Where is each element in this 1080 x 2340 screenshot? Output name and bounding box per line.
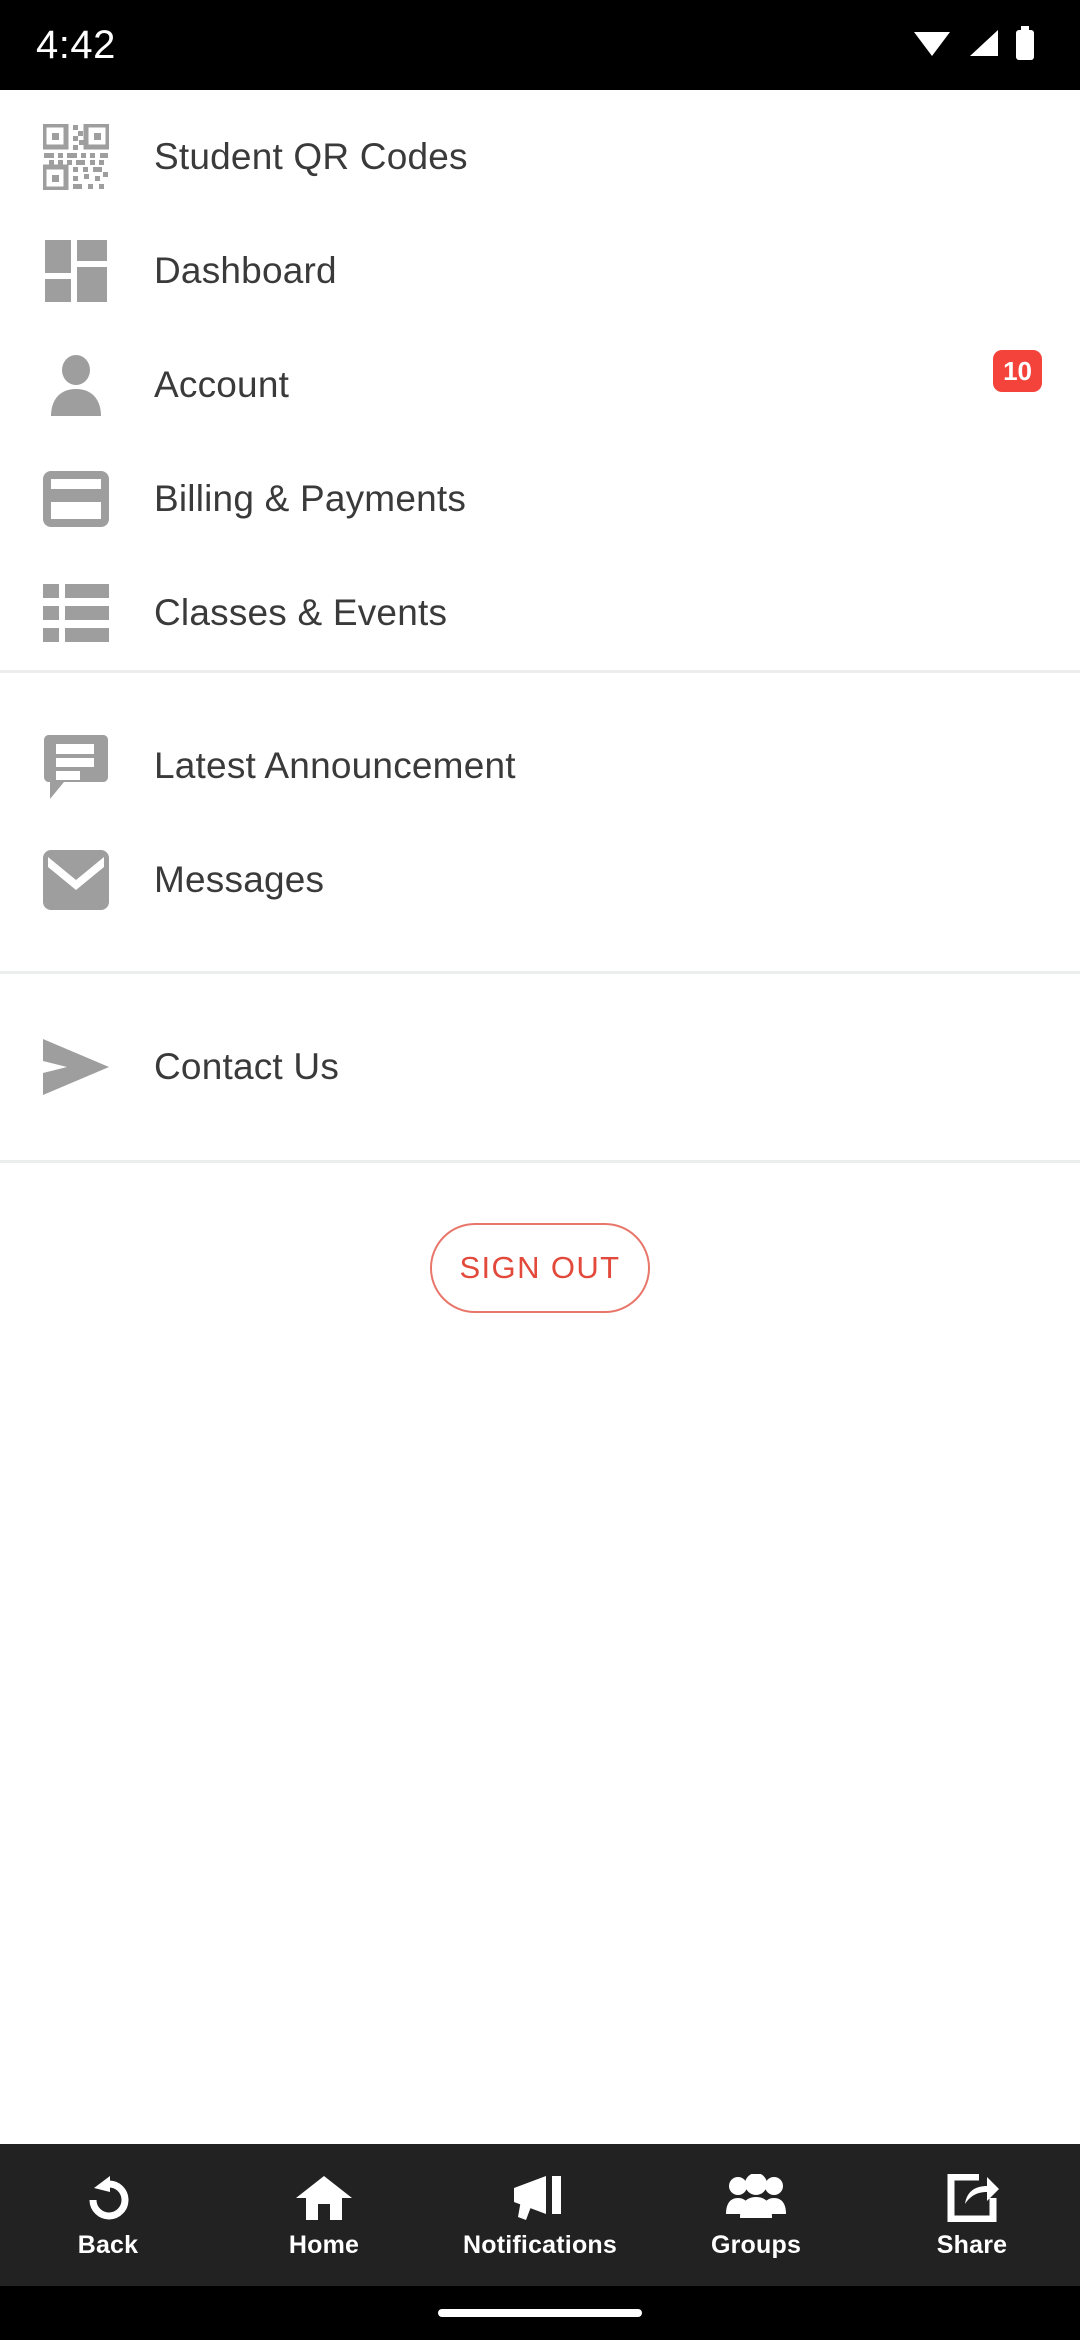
nav-item-label: Home bbox=[288, 2231, 360, 2259]
battery-icon bbox=[1014, 25, 1036, 65]
nav-item-back[interactable]: Back bbox=[0, 2170, 216, 2260]
menu-group-communication: Latest Announcement Messages bbox=[0, 673, 1080, 971]
menu-item-account[interactable]: Account 10 bbox=[0, 328, 1080, 442]
menu-item-dashboard[interactable]: Dashboard bbox=[0, 214, 1080, 328]
menu-group-primary: Student QR Codes Dashboard Account 10 Bi… bbox=[0, 90, 1080, 670]
status-badge: 10 bbox=[993, 350, 1042, 392]
status-bar-icons bbox=[912, 25, 1036, 65]
home-icon bbox=[296, 2170, 352, 2222]
menu-item-label: Messages bbox=[154, 859, 325, 900]
people-group-icon bbox=[725, 2170, 787, 2222]
menu-item-student-qr-codes[interactable]: Student QR Codes bbox=[0, 100, 1080, 214]
status-bar: 4:42 bbox=[0, 0, 1080, 90]
sign-out-container: SIGN OUT bbox=[0, 1163, 1080, 1313]
person-icon bbox=[40, 349, 112, 421]
nav-item-groups[interactable]: Groups bbox=[648, 2170, 864, 2260]
menu-item-contact-us[interactable]: Contact Us bbox=[0, 1010, 1080, 1124]
dashboard-grid-icon bbox=[40, 235, 112, 307]
sign-out-button[interactable]: SIGN OUT bbox=[430, 1223, 650, 1313]
nav-item-label: Back bbox=[77, 2231, 139, 2259]
envelope-icon bbox=[40, 844, 112, 916]
menu-item-label: Account bbox=[154, 364, 290, 405]
nav-item-label: Notifications bbox=[463, 2231, 617, 2259]
menu-group-contact: Contact Us bbox=[0, 974, 1080, 1160]
menu-item-label: Dashboard bbox=[154, 250, 337, 291]
menu-item-label: Classes & Events bbox=[154, 592, 448, 633]
menu-item-billing-payments[interactable]: Billing & Payments bbox=[0, 442, 1080, 556]
menu-item-label: Billing & Payments bbox=[154, 478, 467, 519]
back-arrow-icon bbox=[82, 2170, 134, 2222]
menu-item-messages[interactable]: Messages bbox=[0, 823, 1080, 937]
menu-item-classes-events[interactable]: Classes & Events bbox=[0, 556, 1080, 670]
menu-item-label: Student QR Codes bbox=[154, 136, 468, 177]
bottom-navigation-bar[interactable]: Back Home Notifications Groups Share bbox=[0, 2144, 1080, 2286]
nav-item-label: Groups bbox=[710, 2231, 802, 2259]
gesture-pill[interactable] bbox=[438, 2309, 642, 2317]
status-bar-clock: 4:42 bbox=[36, 22, 116, 67]
nav-item-notifications[interactable]: Notifications bbox=[432, 2170, 648, 2260]
menu-item-label: Contact Us bbox=[154, 1046, 340, 1087]
gesture-navigation-bar bbox=[0, 2286, 1080, 2340]
list-icon bbox=[40, 577, 112, 649]
menu-item-latest-announcement[interactable]: Latest Announcement bbox=[0, 709, 1080, 823]
wifi-icon bbox=[912, 28, 952, 63]
navigation-drawer-menu[interactable]: Student QR Codes Dashboard Account 10 Bi… bbox=[0, 90, 1080, 2144]
megaphone-icon bbox=[512, 2170, 568, 2222]
menu-item-label: Latest Announcement bbox=[154, 745, 516, 786]
send-arrow-icon bbox=[40, 1031, 112, 1103]
qr-code-icon bbox=[40, 121, 112, 193]
share-icon bbox=[945, 2170, 999, 2222]
nav-item-label: Share bbox=[936, 2231, 1008, 2259]
speech-bubble-icon bbox=[40, 730, 112, 802]
cell-signal-icon bbox=[966, 28, 1000, 63]
credit-card-icon bbox=[40, 463, 112, 535]
nav-item-share[interactable]: Share bbox=[864, 2170, 1080, 2260]
nav-item-home[interactable]: Home bbox=[216, 2170, 432, 2260]
